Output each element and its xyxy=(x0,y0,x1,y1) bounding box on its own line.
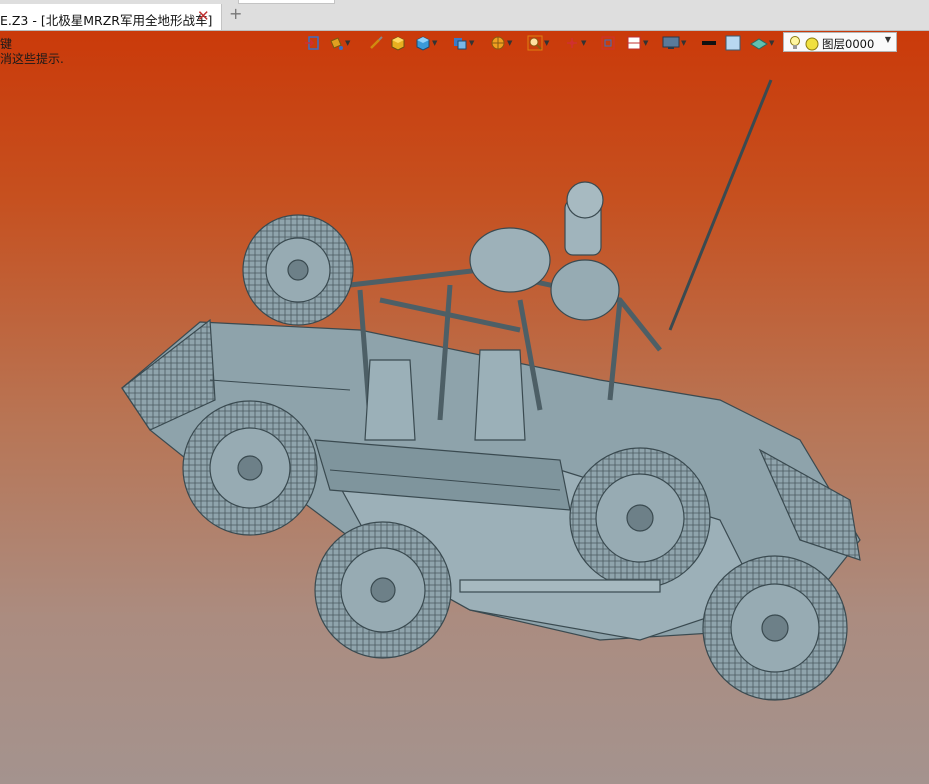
bucket-icon[interactable]: ▼ xyxy=(328,33,350,53)
3d-viewport[interactable] xyxy=(0,31,929,784)
zoom-icon[interactable]: ▼ xyxy=(527,33,549,53)
vehicle-model xyxy=(121,79,861,701)
layer-name: 图层0000 xyxy=(822,37,875,51)
layer-dropdown-icon[interactable]: ▼ xyxy=(885,35,891,44)
tab-bar: E.Z3 - [北极星MRZR军用全地形战车] ✕ + xyxy=(0,0,929,31)
layer-plane-icon[interactable]: ▼ xyxy=(750,33,774,53)
fit-view-icon[interactable] xyxy=(600,33,616,53)
document-tab[interactable]: E.Z3 - [北极星MRZR军用全地形战车] ✕ xyxy=(0,4,222,30)
exit-icon[interactable] xyxy=(304,33,320,53)
search-box-edge[interactable] xyxy=(238,0,335,4)
layer-select[interactable]: 图层0000 ▼ xyxy=(783,32,897,52)
layout-icon[interactable]: ▼ xyxy=(626,33,648,53)
solid-box-icon[interactable] xyxy=(390,33,406,53)
fill-color-swatch-icon[interactable] xyxy=(725,33,741,53)
view-cube-icon[interactable]: ▼ xyxy=(452,33,474,53)
cube-icon[interactable]: ▼ xyxy=(415,33,437,53)
add-tab-button[interactable]: + xyxy=(229,6,242,22)
close-tab-icon[interactable]: ✕ xyxy=(197,7,210,25)
brush-icon[interactable] xyxy=(368,33,384,53)
side-step xyxy=(459,579,661,593)
turret-dome xyxy=(469,227,551,293)
document-tab-title: E.Z3 - [北极星MRZR军用全地形战车] xyxy=(0,13,213,28)
antenna xyxy=(668,79,773,331)
hint-line-2: 消这些提示. xyxy=(0,52,64,66)
layer-color-dot-icon xyxy=(805,36,819,55)
turret-dome-2 xyxy=(550,259,620,321)
camera-head xyxy=(566,181,604,219)
lightbulb-icon[interactable] xyxy=(788,35,802,55)
line-color-swatch-icon[interactable] xyxy=(702,33,716,53)
seat-right xyxy=(474,349,526,441)
triad-icon[interactable]: ▼ xyxy=(564,33,586,53)
render-style-icon[interactable]: ▼ xyxy=(490,33,512,53)
display-icon[interactable]: ▼ xyxy=(662,33,686,53)
seat-left xyxy=(364,359,416,441)
